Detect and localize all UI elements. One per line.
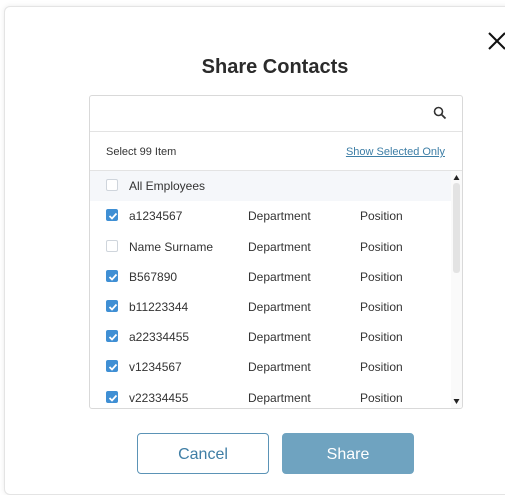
contact-name: B567890 <box>129 270 178 284</box>
list-item[interactable]: v22334455 Department Position <box>90 383 451 408</box>
checkbox[interactable] <box>106 179 118 191</box>
checkbox-checked[interactable] <box>106 391 118 403</box>
list-item[interactable]: v1234567 Department Position <box>90 352 451 382</box>
close-icon[interactable] <box>485 29 505 53</box>
list-item[interactable]: Name Surname Department Position <box>90 232 451 262</box>
contact-name: v1234567 <box>129 360 182 374</box>
checkbox-checked[interactable] <box>106 300 118 312</box>
contact-department: Department <box>248 330 311 344</box>
contact-department: Department <box>248 209 311 223</box>
contact-position: Position <box>360 300 403 314</box>
contact-name: a22334455 <box>129 330 190 344</box>
checkbox[interactable] <box>106 240 118 252</box>
contact-position: Position <box>360 209 403 223</box>
selection-count: Select 99 Item <box>106 146 177 158</box>
scroll-down-arrow-icon[interactable] <box>453 398 460 405</box>
scroll-up-arrow-icon[interactable] <box>453 174 460 181</box>
dialog-title: Share Contacts <box>201 56 349 78</box>
list-item-all-employees[interactable]: All Employees <box>90 171 451 201</box>
show-selected-only-link[interactable]: Show Selected Only <box>346 146 445 158</box>
checkbox-checked[interactable] <box>106 270 118 282</box>
contact-department: Department <box>248 300 311 314</box>
contact-name: Name Surname <box>129 240 214 254</box>
search-input[interactable] <box>98 102 422 126</box>
search-bar <box>90 96 462 132</box>
contact-department: Department <box>248 391 311 405</box>
checkbox-checked[interactable] <box>106 360 118 372</box>
checkbox-checked[interactable] <box>106 330 118 342</box>
list-item[interactable]: B567890 Department Position <box>90 262 451 292</box>
contact-name: a1234567 <box>129 209 183 223</box>
contact-position: Position <box>360 240 403 254</box>
list-item[interactable]: a1234567 Department Position <box>90 201 451 231</box>
scrollbar-thumb[interactable] <box>453 183 460 273</box>
contact-department: Department <box>248 240 311 254</box>
close-button[interactable] <box>485 29 505 53</box>
list-item[interactable]: a22334455 Department Position <box>90 322 451 352</box>
contact-department: Department <box>248 270 311 284</box>
cancel-button[interactable]: Cancel <box>137 433 269 474</box>
checkbox-checked[interactable] <box>106 209 118 221</box>
contact-position: Position <box>360 270 403 284</box>
share-contacts-dialog: Share Contacts Select 99 Item Show Selec… <box>4 6 505 495</box>
all-employees-label: All Employees <box>129 179 206 193</box>
contact-name: v22334455 <box>129 391 189 405</box>
contact-position: Position <box>360 360 403 374</box>
selection-bar: Select 99 Item Show Selected Only <box>90 132 462 171</box>
search-icon[interactable] <box>433 106 447 120</box>
contacts-list: All Employees a1234567 Department Positi… <box>90 171 451 408</box>
contact-department: Department <box>248 360 311 374</box>
contacts-panel: Select 99 Item Show Selected Only All Em… <box>89 95 463 409</box>
contact-name: b11223344 <box>129 300 189 314</box>
list-item[interactable]: b11223344 Department Position <box>90 292 451 322</box>
list-scrollbar[interactable] <box>451 171 462 408</box>
contact-position: Position <box>360 391 403 405</box>
share-button[interactable]: Share <box>282 433 414 474</box>
contact-position: Position <box>360 330 403 344</box>
